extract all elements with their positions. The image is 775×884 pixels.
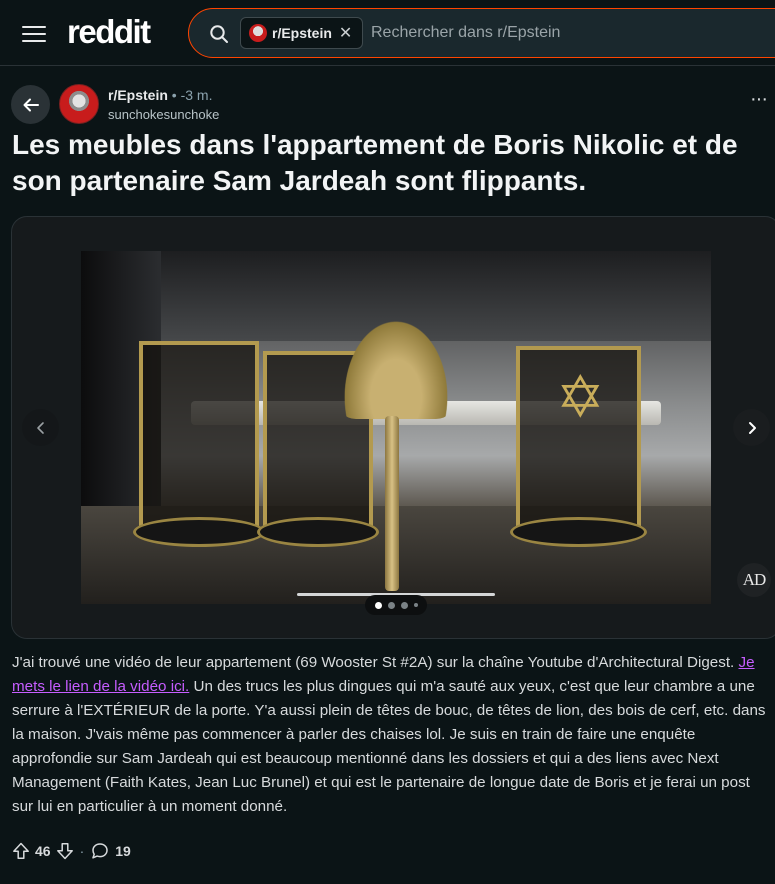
post-actions: 46 · 19	[12, 840, 131, 862]
comment-icon	[92, 843, 108, 859]
search-input[interactable]	[371, 9, 775, 57]
more-icon[interactable]: ···	[750, 89, 770, 114]
back-button[interactable]	[11, 85, 50, 124]
subreddit-link[interactable]: r/Epstein	[108, 87, 168, 103]
previous-slide-button[interactable]	[22, 409, 59, 446]
subreddit-avatar[interactable]	[59, 84, 99, 124]
next-slide-button[interactable]	[733, 409, 770, 446]
comments-button[interactable]: 19	[91, 842, 131, 860]
subreddit-search-chip[interactable]: r/Epstein ✕	[240, 17, 364, 49]
close-icon[interactable]: ✕	[339, 23, 352, 43]
subreddit-avatar	[249, 24, 267, 42]
chevron-right-icon	[748, 421, 756, 434]
chevron-left-icon	[36, 421, 44, 434]
body-text-part: Un des trucs les plus dingues qui m'a sa…	[12, 678, 766, 815]
search-bar[interactable]: r/Epstein ✕	[188, 8, 775, 58]
reddit-logo[interactable]: reddit	[67, 13, 151, 51]
body-text-part: J'ai trouvé une vidéo de leur appartemen…	[12, 654, 739, 671]
post-image: ✡	[81, 251, 711, 604]
post-meta: r/Epstein • -3 m.	[108, 87, 212, 103]
carousel-dots	[365, 595, 427, 615]
carousel-dot[interactable]	[413, 603, 418, 607]
ad-watermark: AD	[737, 563, 771, 597]
top-bar: reddit r/Epstein ✕	[0, 0, 775, 66]
carousel-dot[interactable]	[387, 601, 395, 609]
downvote-icon[interactable]	[56, 842, 74, 860]
post-age: -3 m.	[180, 87, 213, 103]
carousel-dot[interactable]	[400, 601, 408, 609]
vote-score: 46	[35, 843, 51, 859]
media-carousel[interactable]: ✡ AD	[11, 216, 775, 639]
menu-icon[interactable]	[22, 22, 46, 44]
carousel-dot[interactable]	[374, 601, 382, 609]
chip-label: r/Epstein	[272, 25, 332, 41]
post-body: J'ai trouvé une vidéo de leur appartemen…	[12, 651, 772, 819]
back-arrow-icon	[23, 98, 39, 111]
action-separator: ·	[79, 843, 85, 859]
meta-separator: •	[171, 87, 177, 103]
author-link[interactable]: sunchokesunchoke	[108, 107, 219, 122]
search-icon	[210, 25, 228, 43]
upvote-icon[interactable]	[12, 842, 30, 860]
comment-count: 19	[115, 843, 131, 859]
post-title: Les meubles dans l'appartement de Boris …	[12, 129, 738, 196]
